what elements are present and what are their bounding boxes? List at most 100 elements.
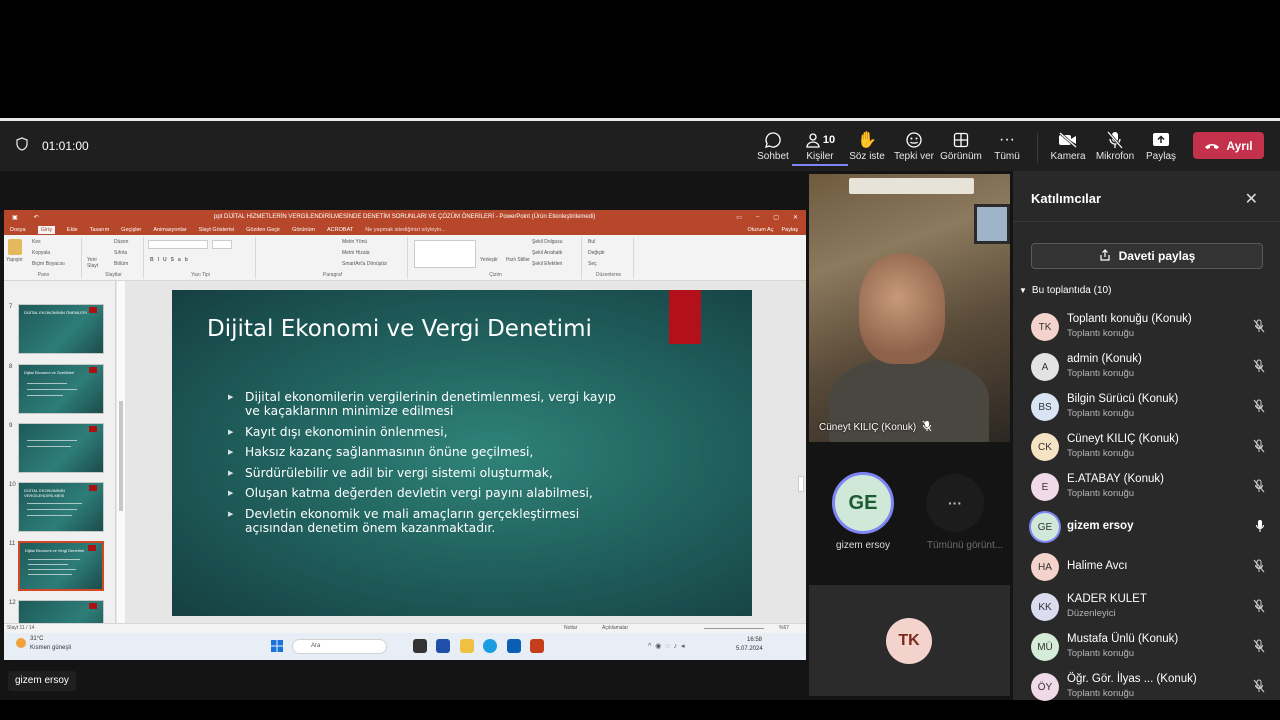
mic-off-icon[interactable] bbox=[1253, 399, 1265, 416]
section-button[interactable]: Bölüm bbox=[114, 261, 128, 267]
participant-row[interactable]: TK Toplantı konuğu (Konuk) Toplantı konuğu bbox=[1031, 309, 1271, 345]
ribbon-display-icon[interactable]: ▭ bbox=[736, 214, 742, 221]
ppt-ribbon: Yapıştır Kes Kopyala Biçim Boyacısı Pano… bbox=[4, 235, 806, 281]
font-format-buttons[interactable]: BIUSab bbox=[150, 257, 192, 263]
tell-me-box[interactable]: Ne yapmak istediğinizi söyleyin... bbox=[365, 227, 446, 233]
participant-row[interactable]: GE gizem ersoy bbox=[1031, 509, 1271, 545]
tab-slideshow[interactable]: Slayt Gösterisi bbox=[199, 227, 234, 233]
participant-row[interactable]: MÜ Mustafa Ünlü (Konuk) Toplantı konuğu bbox=[1031, 629, 1271, 665]
save-icon[interactable]: ▣ bbox=[12, 214, 18, 221]
current-slide[interactable]: Dijital Ekonomi ve Vergi Denetimi Dijita… bbox=[172, 290, 752, 616]
system-tray-icons[interactable]: ^◉◌♪◂ bbox=[648, 642, 689, 650]
participant-row[interactable]: KK KADER KULET Düzenleyici bbox=[1031, 589, 1271, 625]
shape-outline-button[interactable]: Şekil Anahattı bbox=[532, 250, 563, 256]
tab-acrobat[interactable]: ACROBAT bbox=[327, 227, 353, 233]
tab-view[interactable]: Görünüm bbox=[292, 227, 315, 233]
tab-design[interactable]: Tasarım bbox=[90, 227, 110, 233]
slide-thumbnail[interactable] bbox=[18, 600, 104, 623]
copy-button[interactable]: Kopyala bbox=[32, 250, 50, 256]
participant-row[interactable]: E E.ATABAY (Konuk) Toplantı konuğu bbox=[1031, 469, 1271, 505]
participant-row[interactable]: Aadmin (Konuk) Toplantı konuğu bbox=[1031, 349, 1271, 385]
align-text-button[interactable]: Metni Hizala bbox=[342, 250, 370, 256]
tab-file[interactable]: Dosya bbox=[10, 227, 26, 233]
font-size-select[interactable] bbox=[212, 240, 232, 249]
find-button[interactable]: Bul bbox=[588, 239, 595, 245]
cut-button[interactable]: Kes bbox=[32, 239, 41, 245]
select-button[interactable]: Seç bbox=[588, 261, 597, 267]
participants-panel: Katılımcılar ✕ Daveti paylaş ▼ Bu toplan… bbox=[1013, 171, 1280, 701]
mic-off-icon[interactable] bbox=[1253, 599, 1265, 616]
new-slide-button[interactable]: Yeni Slayt bbox=[87, 257, 103, 269]
undo-icon[interactable]: ↶ bbox=[34, 214, 39, 221]
leave-button[interactable]: Ayrıl bbox=[1193, 132, 1264, 159]
slide-thumbnail-selected[interactable]: Dijital Ekonomi ve Vergi Denetimi bbox=[18, 541, 104, 591]
mic-off-icon[interactable] bbox=[1253, 639, 1265, 656]
avatar-ge[interactable]: GE bbox=[832, 472, 894, 534]
ppt-share-button[interactable]: Paylaş bbox=[781, 227, 798, 233]
ppt-title-bar: ▣ ↶ ppt DİJİTAL HİZMETLERİN VERGİLENDİRİ… bbox=[4, 210, 806, 224]
tab-animations[interactable]: Animasyonlar bbox=[153, 227, 186, 233]
close-icon[interactable]: ✕ bbox=[793, 214, 798, 221]
shapes-gallery[interactable] bbox=[414, 240, 476, 268]
slide-thumbnail[interactable]: DİJİTAL EKONOMİNİN VERGİLENDİRİLMESİ bbox=[18, 482, 104, 532]
slide-thumbnail[interactable]: DİJİTAL EKONOMİNİN ÖNEMLERİ bbox=[18, 304, 104, 354]
participant-row[interactable]: HA Halime Avcı bbox=[1031, 549, 1271, 585]
mic-on-icon[interactable] bbox=[1255, 519, 1265, 536]
share-screen-button[interactable]: Paylaş bbox=[1133, 129, 1189, 162]
participant-row[interactable]: ÖY Öğr. Gör. İlyas ... (Konuk) Toplantı ko… bbox=[1031, 669, 1271, 705]
arrange-button[interactable]: Yerleştir bbox=[480, 257, 498, 263]
teams-icon[interactable] bbox=[436, 639, 450, 653]
people-count: 10 bbox=[822, 134, 836, 146]
mic-off-icon[interactable] bbox=[1253, 479, 1265, 496]
reset-button[interactable]: Sıfırla bbox=[114, 250, 127, 256]
zoom-slider[interactable] bbox=[704, 628, 764, 629]
mic-off-icon[interactable] bbox=[1253, 679, 1265, 696]
editor-scrollbar[interactable] bbox=[798, 476, 804, 492]
video-tile-tk[interactable]: TK bbox=[809, 585, 1010, 696]
participant-row[interactable]: CK Cüneyt KILIÇ (Konuk) Toplantı konuğu bbox=[1031, 429, 1271, 465]
windows-start-icon[interactable] bbox=[271, 640, 283, 654]
font-name-select[interactable] bbox=[148, 240, 208, 249]
replace-button[interactable]: Değiştir bbox=[588, 250, 605, 256]
comments-button[interactable]: Açıklamalar bbox=[602, 625, 628, 631]
view-all-button[interactable]: ··· bbox=[926, 474, 984, 532]
task-view-icon[interactable] bbox=[413, 639, 427, 653]
outlook-icon[interactable] bbox=[507, 639, 521, 653]
file-explorer-icon[interactable] bbox=[460, 639, 474, 653]
close-icon[interactable]: ✕ bbox=[1245, 189, 1258, 209]
sign-in-link[interactable]: Oturum Aç bbox=[748, 227, 774, 233]
participant-name: KADER KULET bbox=[1067, 593, 1147, 605]
video-tile-main[interactable] bbox=[809, 174, 1010, 442]
slide-thumbnail[interactable]: Dijital Ekonomi ve Özellikleri bbox=[18, 364, 104, 414]
powerpoint-icon[interactable] bbox=[530, 639, 544, 653]
more-button[interactable]: ··· Tümü bbox=[979, 129, 1035, 162]
edge-icon[interactable] bbox=[483, 639, 497, 653]
mic-off-icon[interactable] bbox=[1253, 559, 1265, 576]
mic-off-icon[interactable] bbox=[1253, 439, 1265, 456]
notes-button[interactable]: Notlar bbox=[564, 625, 577, 631]
maximize-icon[interactable]: ▢ bbox=[773, 214, 779, 221]
layout-button[interactable]: Düzen bbox=[114, 239, 128, 245]
mic-off-icon[interactable] bbox=[1253, 319, 1265, 336]
in-meeting-section[interactable]: ▼ Bu toplantıda (10) bbox=[1019, 285, 1111, 296]
phone-hangup-icon bbox=[1204, 139, 1220, 153]
tab-home[interactable]: Giriş bbox=[37, 225, 55, 234]
minimize-icon[interactable]: – bbox=[756, 214, 759, 221]
taskbar-search[interactable]: Ara bbox=[292, 639, 387, 654]
smartart-button[interactable]: SmartArt'a Dönüştür bbox=[342, 261, 387, 267]
quick-styles-button[interactable]: Hızlı Stiller bbox=[506, 257, 530, 263]
tab-transitions[interactable]: Geçişler bbox=[121, 227, 141, 233]
share-invite-button[interactable]: Daveti paylaş bbox=[1031, 243, 1263, 269]
shape-fill-button[interactable]: Şekil Dolgusu bbox=[532, 239, 563, 245]
shape-effects-button[interactable]: Şekil Efektleri bbox=[532, 261, 562, 267]
tab-insert[interactable]: Ekle bbox=[67, 227, 78, 233]
slide-thumbnail[interactable] bbox=[18, 423, 104, 473]
format-painter-button[interactable]: Biçim Boyacısı bbox=[32, 261, 65, 267]
mic-off-icon[interactable] bbox=[1253, 359, 1265, 376]
participant-row[interactable]: BS Bilgin Sürücü (Konuk) Toplantı konuğu bbox=[1031, 389, 1271, 425]
paste-button[interactable]: Yapıştır bbox=[6, 257, 23, 263]
text-direction-button[interactable]: Metin Yönü bbox=[342, 239, 367, 245]
tab-review[interactable]: Gözden Geçir bbox=[246, 227, 280, 233]
toolbar-separator bbox=[1037, 133, 1038, 163]
thumbnail-scrollbar[interactable] bbox=[117, 281, 125, 623]
